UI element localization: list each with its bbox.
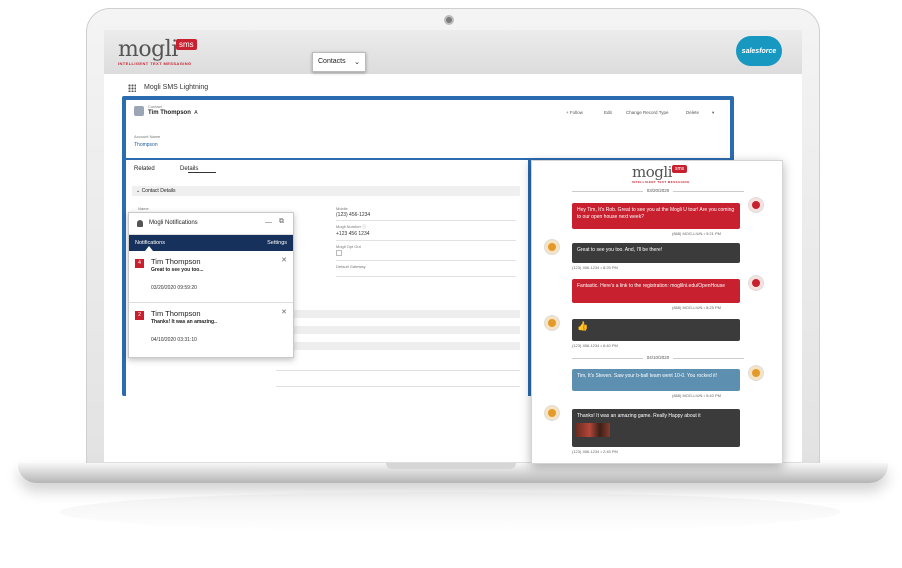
- thumbs-up-icon: 👍: [577, 321, 589, 331]
- agent-avatar: [748, 197, 764, 213]
- collapsed-section: [276, 310, 520, 318]
- gateway-label: Default Gateway: [336, 264, 366, 269]
- section-contact-details[interactable]: ⌄ Contact Details: [132, 186, 520, 196]
- date-label: 03/20/2020: [532, 188, 782, 193]
- chat-panel: mogli sms INTELLIGENT TEXT MESSAGING 03/…: [531, 160, 783, 464]
- notification-message: Great to see you too...: [151, 267, 204, 273]
- notifications-title: Mogli Notifications: [149, 220, 198, 226]
- chevron-down-icon: ⌄: [354, 59, 360, 66]
- minimize-icon[interactable]: —: [265, 219, 272, 226]
- photo-thumbnail[interactable]: [576, 423, 610, 437]
- account-label: Account Name: [134, 134, 161, 139]
- app-bar: Mogli SMS Lightning: [104, 78, 802, 98]
- logo-sms: sms: [672, 165, 688, 173]
- app-launcher-icon[interactable]: [128, 84, 136, 92]
- message-bubble: Tim, It's Steven. Saw your b-ball team w…: [572, 369, 740, 391]
- record-header: Contact Tim Thompson A + Follow Edit Cha…: [126, 100, 730, 158]
- message-meta: (888) MOG-LIUN • 5:40 PM: [672, 393, 721, 398]
- header-band: mogli sms INTELLIGENT TEXT MESSAGING sal…: [104, 30, 802, 74]
- notification-item[interactable]: 4 Tim Thompson Great to see you too... 0…: [129, 251, 293, 303]
- contact-avatar: [544, 315, 560, 331]
- camera: [444, 15, 454, 25]
- mobile-label: Mobile: [336, 206, 348, 211]
- logo-tagline: INTELLIGENT TEXT MESSAGING: [632, 180, 690, 184]
- notification-message: Thanks! It was an amazing..: [151, 319, 217, 325]
- mogli-number-value: +123 456 1234: [336, 231, 370, 237]
- notifications-bar: Notifications Settings: [129, 235, 293, 251]
- field-divider: [336, 260, 516, 261]
- message-bubble: Great to see you too. And, I'll be there…: [572, 243, 740, 263]
- laptop-notch: [386, 463, 516, 469]
- message-bubble: 👍: [572, 319, 740, 341]
- message-bubble: Fantastic. Here's a link to the registra…: [572, 279, 740, 303]
- close-icon[interactable]: ✕: [281, 256, 287, 264]
- message-meta: (123) 456-1234 • 2:45 PM: [572, 449, 618, 454]
- contact-avatar: [544, 239, 560, 255]
- notification-name: Tim Thompson: [151, 309, 201, 318]
- edit-button[interactable]: Edit: [604, 110, 612, 115]
- count-badge: 4: [135, 259, 144, 268]
- more-actions-icon[interactable]: ▾: [712, 110, 714, 116]
- reflection: [60, 492, 840, 532]
- agent-avatar: [748, 365, 764, 381]
- field-divider: [336, 276, 516, 277]
- agent-avatar: [748, 275, 764, 291]
- delete-button[interactable]: Delete: [686, 110, 699, 115]
- count-badge: 2: [135, 311, 144, 320]
- logo-tagline: INTELLIGENT TEXT MESSAGING: [118, 61, 192, 66]
- record-kicker: Contact: [148, 104, 162, 109]
- notifications-panel: Mogli Notifications — ⧉ Notifications Se…: [128, 212, 294, 358]
- close-icon[interactable]: ✕: [281, 308, 287, 316]
- contact-avatar: [544, 405, 560, 421]
- account-link[interactable]: Thompson: [134, 142, 158, 148]
- message-meta: (123) 456-1234 • 8:25 PM: [572, 265, 618, 270]
- record-name: Tim Thompson A: [148, 110, 198, 116]
- notification-time: 03/20/2020 09:59:20: [151, 285, 197, 291]
- mogli-number-label: Mogli Number ⓘ: [336, 224, 367, 229]
- message-meta: (888) MOG-LIUN • 9:21 PM: [672, 231, 721, 236]
- mobile-value: (123) 456-1234: [336, 212, 371, 218]
- message-bubble: Thanks! It was an amazing game. Really H…: [572, 409, 740, 447]
- notifications-header: Mogli Notifications — ⧉: [129, 213, 293, 235]
- name-label: Name: [138, 206, 149, 211]
- field-divider: [276, 370, 520, 371]
- nav-contacts-tab[interactable]: Contacts ⌄: [312, 52, 366, 72]
- field-divider: [276, 386, 520, 387]
- collapsed-section: [276, 326, 520, 334]
- logo-sms: sms: [176, 39, 197, 50]
- salesforce-logo: salesforce: [736, 36, 782, 66]
- chat-logo: mogli sms INTELLIGENT TEXT MESSAGING: [632, 165, 690, 185]
- settings-link[interactable]: Settings: [267, 240, 287, 246]
- tab-related[interactable]: Related: [134, 166, 155, 172]
- message-meta: (888) MOG-LIUN • 8:25 PM: [672, 305, 721, 310]
- message-bubble: Hey Tim, It's Rob. Great to see you at t…: [572, 203, 740, 229]
- optout-checkbox[interactable]: [336, 250, 342, 256]
- tab-underline: [188, 172, 216, 173]
- optout-label: Mogli Opt Out: [336, 244, 361, 249]
- mogli-logo: mogli sms INTELLIGENT TEXT MESSAGING: [118, 39, 197, 66]
- message-meta: (123) 456-1234 • 6:40 PM: [572, 343, 618, 348]
- notification-time: 04/10/2020 03:31:10: [151, 337, 197, 343]
- bell-icon: [137, 220, 143, 227]
- notification-name: Tim Thompson: [151, 257, 201, 266]
- date-label: 04/10/2020: [532, 355, 782, 360]
- change-record-type-button[interactable]: Change Record Type: [626, 110, 668, 115]
- collapsed-section: [276, 342, 520, 350]
- follow-button[interactable]: + Follow: [566, 110, 583, 115]
- contact-icon: [134, 106, 144, 116]
- popout-icon[interactable]: ⧉: [279, 218, 284, 226]
- app-name: Mogli SMS Lightning: [144, 84, 209, 91]
- field-divider: [336, 220, 516, 221]
- notification-item[interactable]: 2 Tim Thompson Thanks! It was an amazing…: [129, 303, 293, 355]
- field-divider: [336, 240, 516, 241]
